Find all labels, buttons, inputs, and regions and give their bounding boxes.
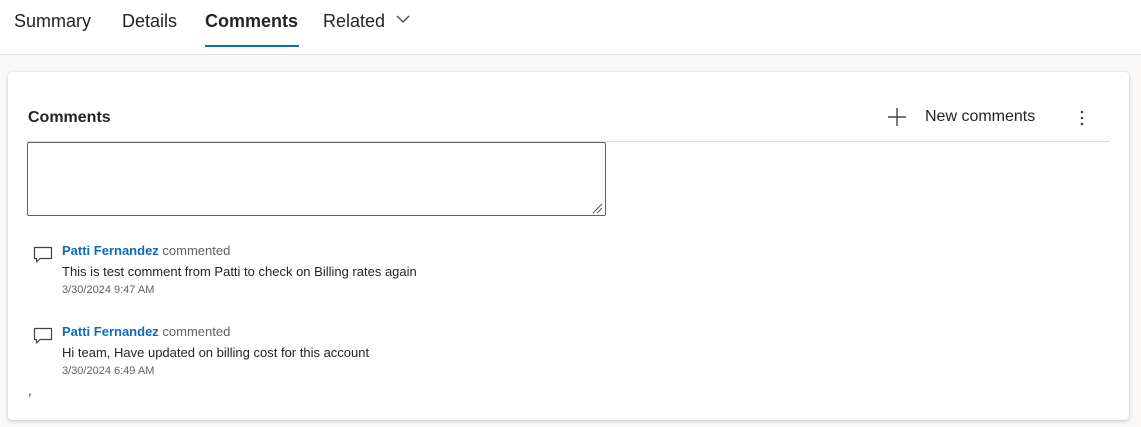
- new-comments-button[interactable]: New comments: [886, 104, 1056, 130]
- tab-summary[interactable]: Summary: [14, 9, 91, 33]
- comment-text: Hi team, Have updated on billing cost fo…: [62, 345, 370, 360]
- active-tab-indicator: [205, 45, 299, 47]
- comment-verb: commented: [162, 243, 231, 258]
- new-comments-label: New comments: [925, 108, 1036, 125]
- comment-header: Patti Fernandez commented: [62, 243, 230, 259]
- more-options-icon[interactable]: [1074, 107, 1090, 129]
- comment-author-link[interactable]: Patti Fernandez: [62, 243, 159, 258]
- chevron-down-icon[interactable]: [396, 14, 410, 24]
- tab-comments[interactable]: Comments: [205, 9, 298, 33]
- panel-title: Comments: [28, 109, 111, 126]
- comments-panel: Comments New comments Patti Fernandez co…: [8, 72, 1129, 420]
- comment-bubble-icon: [33, 327, 53, 344]
- tab-related[interactable]: Related: [323, 9, 385, 33]
- comment-verb: commented: [162, 324, 231, 339]
- comment-bubble-icon: [33, 246, 53, 263]
- comment-text: This is test comment from Patti to check…: [62, 264, 417, 279]
- stray-comma: ,: [28, 383, 32, 398]
- comment-input[interactable]: [27, 142, 606, 216]
- comment-item: Patti Fernandez commented Hi team, Have …: [32, 324, 732, 388]
- resize-grip-icon[interactable]: [591, 202, 603, 214]
- plus-icon: [888, 108, 906, 126]
- comment-header: Patti Fernandez commented: [62, 324, 230, 340]
- tab-details[interactable]: Details: [122, 9, 177, 33]
- comment-author-link[interactable]: Patti Fernandez: [62, 324, 159, 339]
- comment-timestamp: 3/30/2024 6:49 AM: [62, 365, 155, 377]
- comment-timestamp: 3/30/2024 9:47 AM: [62, 284, 155, 296]
- tab-bar: Summary Details Comments Related: [0, 0, 1141, 55]
- comment-item: Patti Fernandez commented This is test c…: [32, 243, 732, 307]
